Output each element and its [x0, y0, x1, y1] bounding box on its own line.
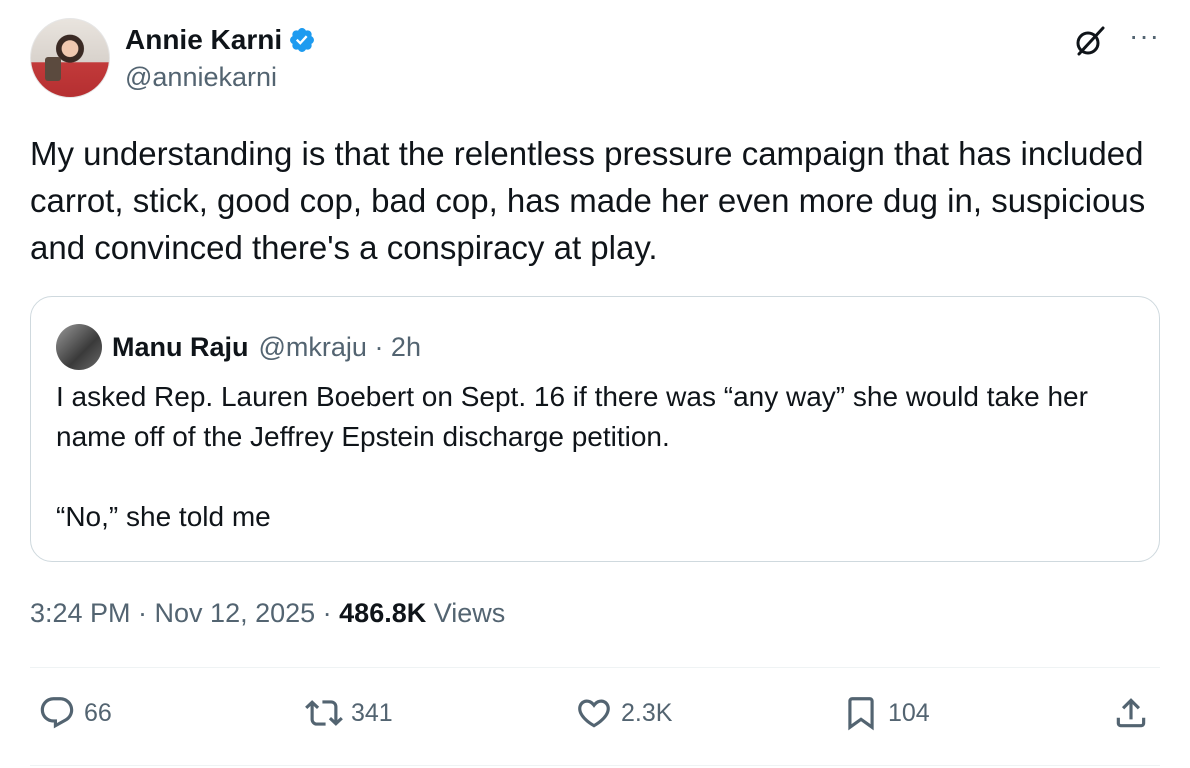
reply-button[interactable]: 66 [38, 694, 112, 732]
quote-display-name[interactable]: Manu Raju [112, 332, 249, 363]
author-display-name[interactable]: Annie Karni [125, 24, 282, 56]
like-icon [578, 699, 610, 728]
bookmark-button[interactable]: 104 [842, 694, 930, 732]
like-count: 2.3K [621, 698, 673, 727]
repost-count: 341 [351, 698, 393, 727]
bookmark-icon [848, 697, 874, 731]
share-icon [1116, 698, 1146, 728]
repost-icon [305, 700, 343, 726]
quote-paragraph-2: “No,” she told me [56, 501, 271, 532]
bookmark-count: 104 [888, 698, 930, 727]
repost-button[interactable]: 341 [305, 694, 393, 732]
author-handle[interactable]: @anniekarni [125, 62, 316, 93]
tweet-header: Annie Karni @anniekarni ··· [30, 18, 1160, 102]
reply-icon [40, 697, 74, 729]
like-button[interactable]: 2.3K [575, 694, 672, 732]
author-avatar[interactable] [30, 18, 110, 98]
reply-count: 66 [84, 698, 112, 727]
share-button[interactable] [1112, 694, 1150, 732]
verified-badge-icon [290, 28, 315, 52]
quoted-tweet[interactable]: Manu Raju @mkraju · 2h I asked Rep. Laur… [30, 296, 1160, 562]
timestamp-row: 3:24 PM · Nov 12, 2025 · 486.8K Views [30, 598, 505, 629]
tweet-text: My understanding is that the relentless … [30, 135, 1146, 266]
action-bar: 66 341 2.3K 104 [30, 694, 1160, 744]
divider [30, 667, 1160, 668]
quote-text: I asked Rep. Lauren Boebert on Sept. 16 … [56, 377, 1146, 537]
quote-avatar[interactable] [56, 324, 102, 370]
timestamp[interactable]: 3:24 PM · Nov 12, 2025 · [30, 598, 339, 628]
views-count: 486.8K [339, 598, 427, 628]
grok-icon[interactable] [1073, 24, 1107, 58]
more-icon[interactable]: ··· [1129, 22, 1160, 50]
quote-paragraph-1: I asked Rep. Lauren Boebert on Sept. 16 … [56, 381, 1088, 452]
bottom-divider [30, 765, 1160, 766]
quote-handle-time: @mkraju · 2h [258, 331, 421, 362]
views-label: Views [426, 598, 506, 628]
author-names: Annie Karni @anniekarni [125, 24, 316, 93]
